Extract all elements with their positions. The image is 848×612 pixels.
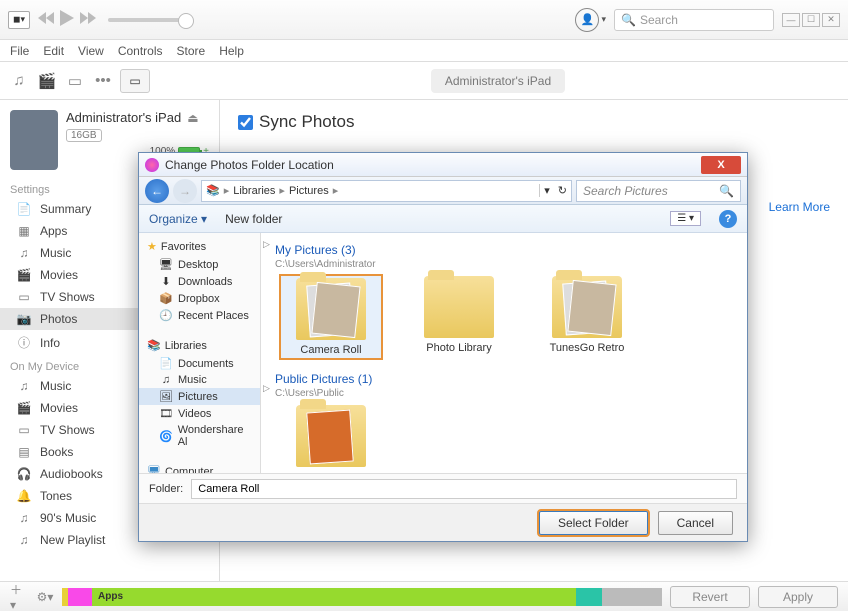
- device-name: Administrator's iPad: [66, 110, 181, 125]
- tree-header[interactable]: 🖥Computer: [139, 462, 260, 473]
- tree-item-desktop[interactable]: 🖥Desktop: [139, 256, 260, 273]
- learn-more-link[interactable]: Learn More: [769, 200, 830, 214]
- tree-header[interactable]: 📚Libraries: [139, 336, 260, 355]
- tv shows-icon: ▭: [16, 423, 32, 437]
- music-icon: ♫: [16, 246, 32, 260]
- tree-item-documents[interactable]: 📄Documents: [139, 355, 260, 372]
- tree-item-dropbox[interactable]: 📦Dropbox: [139, 290, 260, 307]
- capacity-bar: Apps: [62, 588, 662, 606]
- tree-item-pictures[interactable]: 🖼Pictures: [139, 388, 260, 405]
- movies-icon: 🎬: [16, 401, 32, 415]
- folder-item[interactable]: [281, 405, 381, 467]
- tree-item-recent-places[interactable]: 🕘Recent Places: [139, 307, 260, 324]
- tree-item-music[interactable]: ♫Music: [139, 372, 260, 388]
- eject-icon[interactable]: ⏏: [187, 111, 198, 125]
- group-header: My Pictures (3): [275, 243, 733, 257]
- folder-picker-dialog: Change Photos Folder Location X ← → 📚▸ L…: [138, 152, 748, 542]
- chevron-down-icon: ▾: [601, 14, 606, 25]
- tones-icon: 🔔: [16, 489, 32, 503]
- device-pill[interactable]: Administrator's iPad: [431, 69, 565, 93]
- tree-item-downloads[interactable]: ⬇Downloads: [139, 273, 260, 290]
- books-icon: ▤: [16, 445, 32, 459]
- sync-photos-checkbox[interactable]: [238, 115, 253, 130]
- new playlist-icon: ♫: [16, 533, 32, 547]
- view-mode-button[interactable]: ☰ ▾: [670, 211, 701, 226]
- movies-icon: 🎬: [16, 268, 32, 282]
- folder-item[interactable]: Camera Roll: [281, 276, 381, 358]
- menu-edit[interactable]: Edit: [43, 44, 64, 58]
- close-icon[interactable]: ✕: [822, 13, 840, 27]
- next-icon[interactable]: [80, 12, 96, 27]
- search-icon: 🔍: [719, 184, 734, 198]
- tv-tab-icon[interactable]: ▭: [64, 70, 86, 92]
- group-path: C:\Users\Public: [275, 388, 733, 399]
- menu-view[interactable]: View: [78, 44, 104, 58]
- apps-icon: ▦: [16, 224, 32, 238]
- tree-item-videos[interactable]: 🎞Videos: [139, 405, 260, 422]
- menu-controls[interactable]: Controls: [118, 44, 163, 58]
- summary-icon: 📄: [16, 202, 32, 216]
- apply-button[interactable]: Apply: [758, 586, 838, 608]
- group-path: C:\Users\Administrator: [275, 259, 733, 270]
- menu-help[interactable]: Help: [219, 44, 244, 58]
- dialog-close-button[interactable]: X: [701, 156, 741, 174]
- minimize-icon[interactable]: —: [782, 13, 800, 27]
- dialog-title: Change Photos Folder Location: [165, 158, 334, 172]
- 90's music-icon: ♫: [16, 511, 32, 525]
- photos-icon: 📷: [16, 312, 32, 326]
- ipad-image: [10, 110, 58, 170]
- folder-name-input[interactable]: [191, 479, 737, 499]
- menu-store[interactable]: Store: [177, 44, 206, 58]
- tree-item-wondershare-al[interactable]: 🌀Wondershare Al: [139, 422, 260, 450]
- prev-icon[interactable]: [38, 12, 54, 27]
- folder-field-label: Folder:: [149, 483, 183, 495]
- sync-photos-label: Sync Photos: [259, 112, 354, 132]
- maximize-icon[interactable]: ☐: [802, 13, 820, 27]
- breadcrumb[interactable]: 📚▸ Libraries▸ Pictures▸ ▾↻: [201, 180, 572, 202]
- music-tab-icon[interactable]: ♫: [8, 70, 30, 92]
- search-input[interactable]: 🔍 Search: [614, 9, 774, 31]
- play-icon[interactable]: [60, 10, 74, 29]
- nav-back-button[interactable]: ←: [145, 179, 169, 203]
- menu-file[interactable]: File: [10, 44, 29, 58]
- revert-button[interactable]: Revert: [670, 586, 750, 608]
- volume-slider[interactable]: [108, 18, 193, 22]
- account-icon[interactable]: 👤: [575, 8, 599, 32]
- tree-header[interactable]: ★Favorites: [139, 237, 260, 256]
- folder-item[interactable]: TunesGo Retro: [537, 276, 637, 358]
- add-icon[interactable]: ＋▾: [10, 588, 28, 606]
- music-icon: ♫: [16, 379, 32, 393]
- cancel-button[interactable]: Cancel: [658, 511, 733, 535]
- storage-badge: 16GB: [66, 129, 102, 142]
- nav-forward-button: →: [173, 179, 197, 203]
- search-icon: 🔍: [621, 13, 636, 27]
- movies-tab-icon[interactable]: 🎬: [36, 70, 58, 92]
- select-folder-button[interactable]: Select Folder: [539, 511, 648, 535]
- group-header: Public Pictures (1): [275, 372, 733, 386]
- dialog-search-input[interactable]: Search Pictures 🔍: [576, 180, 741, 202]
- new-folder-button[interactable]: New folder: [225, 212, 282, 226]
- help-icon[interactable]: ?: [719, 210, 737, 228]
- organize-button[interactable]: Organize ▾: [149, 212, 207, 226]
- gear-icon[interactable]: ⚙▾: [36, 588, 54, 606]
- device-selector[interactable]: ▭: [120, 69, 150, 93]
- library-dropdown[interactable]: ◼▾: [8, 11, 30, 29]
- info-icon: ⓘ: [16, 334, 32, 351]
- more-icon[interactable]: •••: [92, 70, 114, 92]
- folder-item[interactable]: Photo Library: [409, 276, 509, 358]
- tv shows-icon: ▭: [16, 290, 32, 304]
- itunes-icon: [145, 158, 159, 172]
- audiobooks-icon: 🎧: [16, 467, 32, 481]
